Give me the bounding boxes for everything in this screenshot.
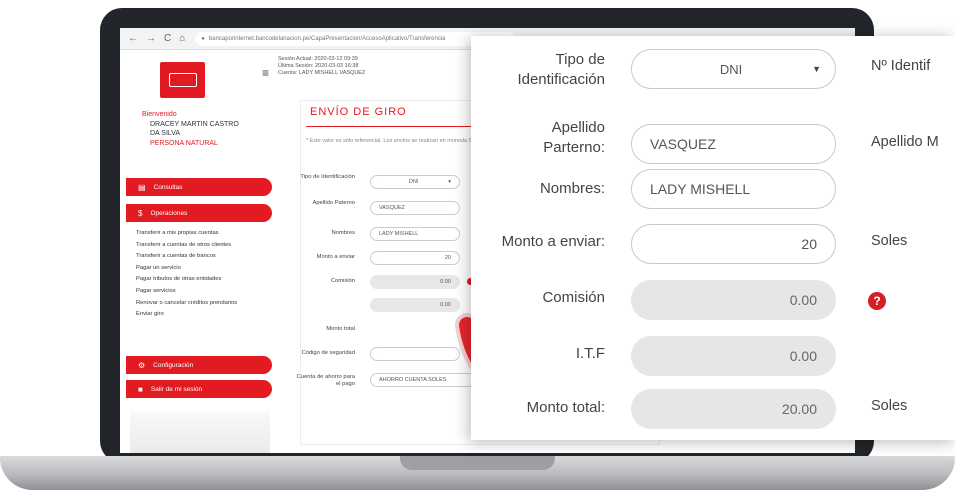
zoom-nombres-field[interactable]: LADY MISHELL	[631, 169, 836, 209]
zoom-tipo-label: Tipo de Identificación	[517, 51, 605, 88]
operations-list: Transferir a mis propias cuentas Transfe…	[136, 228, 237, 321]
sidebar-item-label: Consultas	[153, 183, 183, 191]
zoom-nombres-label: Nombres:	[539, 180, 605, 197]
ops-item[interactable]: Enviar giro	[136, 309, 237, 321]
zoom-itf-field: 0.00	[631, 336, 836, 376]
bank-logo[interactable]	[160, 62, 205, 98]
sidebar-item-consultas[interactable]: ▤ Consultas	[126, 178, 272, 196]
ops-item[interactable]: Pagar tributos de otras entidades	[136, 274, 237, 286]
sidebar-photo	[130, 412, 270, 453]
welcome-block: Bienvenido DRACEY MARTIN CASTRO DA SILVA…	[142, 110, 239, 148]
sidebar-item-label: Configuración	[153, 361, 194, 369]
form-note: * Este valor es sólo referencial. Los en…	[306, 138, 484, 144]
zoom-itf-label: I.T.F	[575, 345, 605, 362]
address-bar[interactable]: ● bancaporinternet.bancodelanacion.pe/Ca…	[195, 31, 516, 46]
back-icon[interactable]: ←	[128, 33, 138, 44]
forward-icon[interactable]: →	[146, 33, 156, 44]
chevron-down-icon: ▾	[448, 179, 451, 185]
ops-item[interactable]: Transferir a mis propias cuentas	[136, 228, 237, 240]
zoom-tipo-select[interactable]: DNI ▼	[631, 49, 836, 89]
ops-item[interactable]: Transferir a cuentas de bancos	[136, 251, 237, 263]
ops-item[interactable]: Renovar o cancelar créditos prendarios	[136, 298, 237, 310]
apellido-field[interactable]: VASQUEZ	[370, 201, 460, 215]
tipo-select[interactable]: DNI ▾	[370, 175, 460, 189]
table-icon: ▤	[138, 182, 146, 192]
zoom-comision-label: Comisión	[542, 289, 605, 306]
page-title: ENVÍO DE GIRO	[310, 106, 407, 118]
laptop-notch	[400, 456, 555, 470]
session-info: Sesión Actual: 2020-03-12 09:39 Última S…	[278, 56, 365, 77]
comision-field: 0.00	[370, 275, 460, 289]
nombres-label: Nombres	[331, 230, 355, 236]
menu-icon[interactable]: ≡	[262, 66, 269, 80]
tipo-label: Tipo de Identificación	[300, 174, 355, 180]
zoom-total-currency: Soles	[871, 398, 908, 414]
sidebar-item-salir[interactable]: ■ Salir de mi sesión	[126, 380, 272, 398]
help-icon[interactable]: ?	[868, 292, 886, 310]
zoom-monto-field[interactable]: 20	[631, 224, 836, 264]
zoom-monto-currency: Soles	[871, 233, 908, 249]
session-last: Última Sesión: 2020-03-03 16:38	[278, 63, 359, 69]
total-label: Monto total	[326, 326, 355, 332]
comision-label: Comisión	[330, 278, 355, 284]
sidebar-item-label: Operaciones	[150, 209, 188, 217]
itf-field: 0.00	[370, 298, 460, 312]
zoom-monto-label: Monto a enviar:	[501, 233, 605, 250]
zoomed-form-card: Tipo de Identificación DNI ▼ Nº Identif …	[471, 36, 955, 440]
sidebar-item-configuracion[interactable]: ⚙ Configuración	[126, 356, 272, 374]
exit-icon: ■	[138, 384, 143, 394]
dollar-icon: $	[138, 208, 143, 218]
ops-item[interactable]: Pagar servicios	[136, 286, 237, 298]
ops-item[interactable]: Transferir a cuentas de otros clientes	[136, 240, 237, 252]
zoom-apellido-label: Apellido Parterno:	[543, 119, 605, 156]
zoom-tipo-value: DNI	[719, 61, 743, 77]
ops-item[interactable]: Pagar un servicio	[136, 263, 237, 275]
zoom-apellido-field[interactable]: VASQUEZ	[631, 124, 836, 164]
lock-icon: ●	[201, 35, 205, 42]
gear-icon: ⚙	[138, 360, 146, 370]
tipo-select-value: DNI	[408, 179, 419, 185]
sidebar-item-operaciones[interactable]: $ Operaciones	[126, 204, 272, 222]
user-name-line-2: DA SILVA	[150, 130, 181, 137]
laptop-mockup: ← → C ⌂ ● bancaporinternet.bancodelanaci…	[0, 0, 955, 498]
cuenta-label: Cuenta de ahorro para el pago	[296, 374, 355, 387]
monto-label: Monto a enviar	[316, 254, 355, 260]
zoom-comision-field: 0.00	[631, 280, 836, 320]
apellido-label: Apellido Paterno	[312, 200, 355, 206]
caret-down-icon: ▼	[812, 64, 821, 74]
codigo-field[interactable]	[370, 347, 460, 361]
monto-field[interactable]: 20	[370, 251, 460, 265]
zoom-apellido-m-label: Apellido M	[871, 134, 939, 150]
cuenta-select-value: AHORRO CUENTA SOLES	[379, 377, 447, 383]
user-name-line-1: DRACEY MARTIN CASTRO	[150, 120, 239, 128]
codigo-label: Código de seguridad	[301, 350, 356, 356]
welcome-text: Bienvenido	[142, 111, 177, 118]
session-current: Sesión Actual: 2020-03-12 09:39	[278, 56, 358, 62]
reload-icon[interactable]: C	[164, 33, 171, 44]
session-account: Cuenta: LADY MISHELL VASQUEZ	[278, 70, 366, 76]
zoom-nro-label: Nº Identif	[871, 58, 931, 74]
nombres-field[interactable]: LADY MISHELL	[370, 227, 460, 241]
sidebar-item-label: Salir de mi sesión	[150, 385, 203, 393]
user-type: PERSONA NATURAL	[150, 139, 218, 147]
zoom-total-label: Monto total:	[526, 399, 605, 416]
zoom-total-field: 20.00	[631, 389, 836, 429]
home-icon[interactable]: ⌂	[179, 33, 185, 44]
url-text: bancaporinternet.bancodelanacion.pe/Capa…	[208, 35, 446, 42]
